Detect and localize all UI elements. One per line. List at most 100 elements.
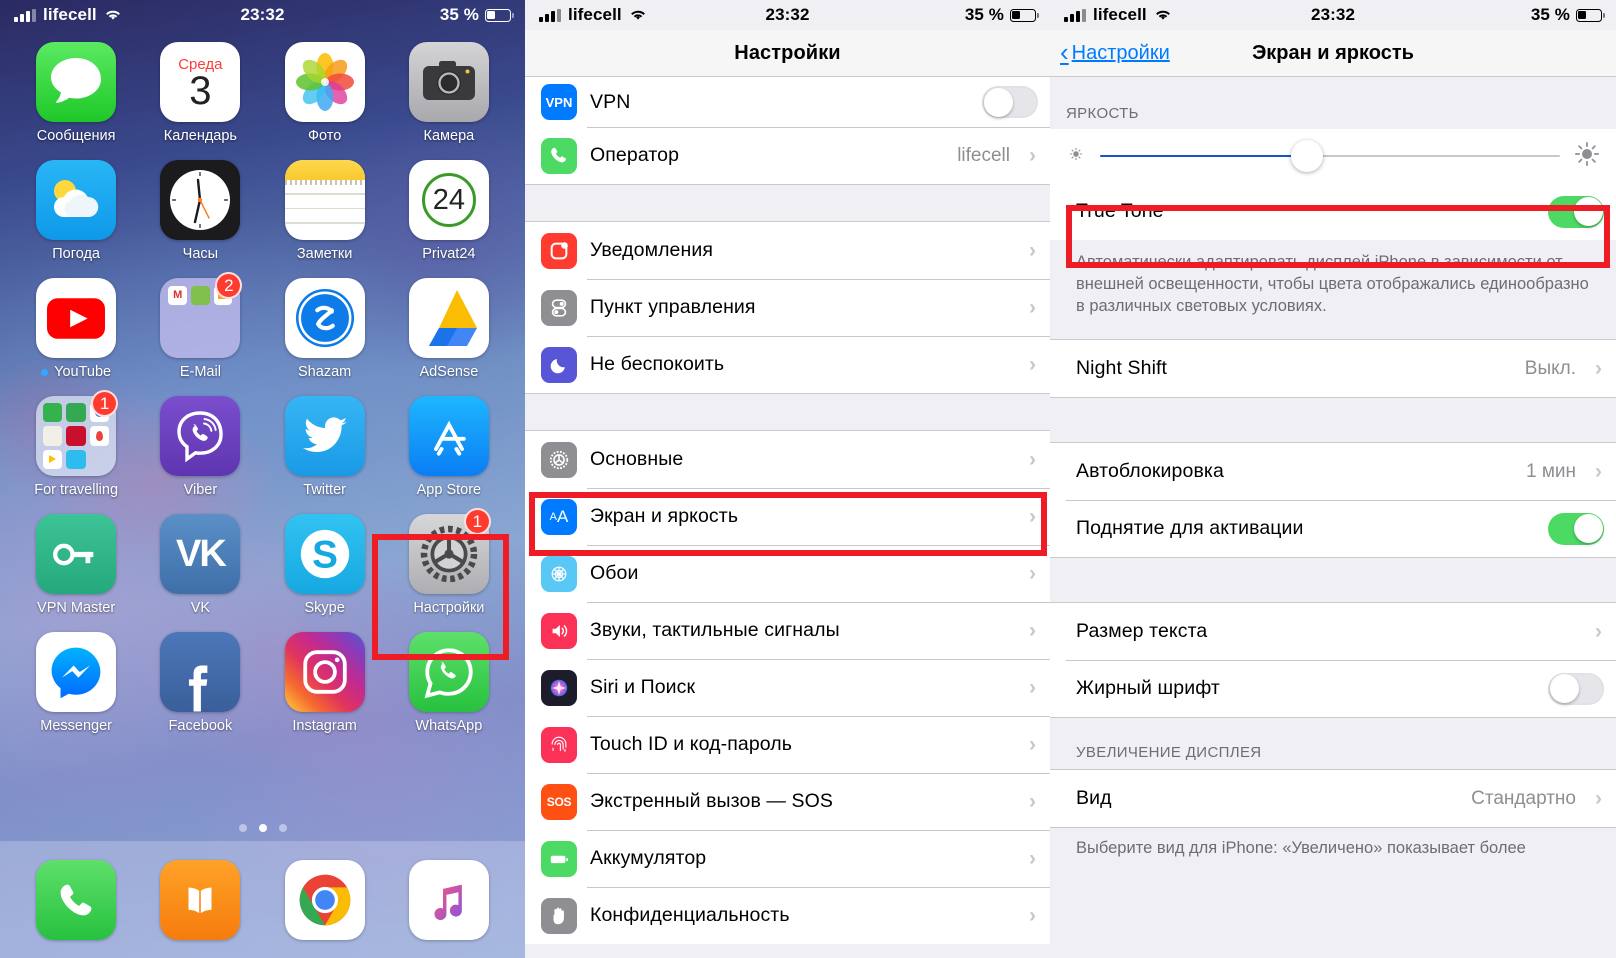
app-vk[interactable]: VK VK xyxy=(138,514,262,616)
status-bar-settings: lifecell 23:32 35 % xyxy=(525,0,1050,30)
app-youtube[interactable]: YouTube xyxy=(14,278,138,380)
settings-row-notifications[interactable]: Уведомления › xyxy=(525,222,1050,279)
app-app-store[interactable]: App Store xyxy=(387,396,511,498)
row-label: Touch ID и код-пароль xyxy=(590,733,793,755)
whatsapp-icon xyxy=(408,632,489,712)
app-calendar[interactable]: Среда 3 Календарь xyxy=(138,42,262,144)
app-photos[interactable]: Фото xyxy=(263,42,387,144)
chevron-right-icon: › xyxy=(1029,847,1036,870)
chevron-right-icon: › xyxy=(1029,505,1036,528)
row-value: Выкл. xyxy=(1524,357,1576,379)
twitter-icon xyxy=(284,396,365,476)
settings-row-siri[interactable]: Siri и Поиск › xyxy=(525,659,1050,716)
app-folder-for-travelling[interactable]: 1 For travelling xyxy=(14,390,138,498)
true-tone-toggle[interactable] xyxy=(1548,195,1604,228)
weather-icon xyxy=(36,160,117,240)
page-dot[interactable] xyxy=(278,824,287,832)
settings-row-wallpaper[interactable]: Обои › xyxy=(525,545,1050,602)
vpn-toggle[interactable] xyxy=(982,86,1038,118)
bold-text-row[interactable]: Жирный шрифт xyxy=(1050,660,1616,718)
app-label: YouTube xyxy=(41,364,111,380)
brightness-slider-fill xyxy=(1100,155,1307,157)
music-icon[interactable] xyxy=(408,859,489,940)
settings-row-general[interactable]: Основные › xyxy=(525,431,1050,488)
settings-row-sounds[interactable]: Звуки, тактильные сигналы › xyxy=(525,602,1050,659)
home-app-grid: Сообщения Среда 3 Календарь Фото Камера … xyxy=(0,30,525,734)
text-size-row[interactable]: Размер текста › xyxy=(1050,603,1616,661)
chevron-right-icon: › xyxy=(1029,144,1036,167)
page-dot[interactable] xyxy=(238,824,247,832)
app-label: Skype xyxy=(304,600,345,616)
app-twitter[interactable]: Twitter xyxy=(263,396,387,498)
app-clock[interactable]: Часы xyxy=(138,160,262,262)
settings-row-battery[interactable]: Аккумулятор › xyxy=(525,830,1050,887)
view-row[interactable]: Вид Стандартно › xyxy=(1050,770,1616,828)
cellular-signal-icon xyxy=(1064,8,1086,22)
brightness-slider-track[interactable] xyxy=(1100,140,1560,172)
app-messenger[interactable]: Messenger xyxy=(14,632,138,734)
settings-row-privacy[interactable]: Конфиденциальность › xyxy=(525,887,1050,944)
app-skype[interactable]: S Skype xyxy=(263,514,387,616)
app-facebook[interactable]: Facebook xyxy=(138,632,262,734)
settings-row-do-not-disturb[interactable]: Не беспокоить › xyxy=(525,336,1050,393)
settings-row-sos[interactable]: SOS Экстренный вызов — SOS › xyxy=(525,773,1050,830)
settings-row-control-center[interactable]: Пункт управления › xyxy=(525,279,1050,336)
app-adsense[interactable]: AdSense xyxy=(387,278,511,380)
page-indicator-dots[interactable] xyxy=(0,824,525,832)
app-instagram[interactable]: Instagram xyxy=(263,632,387,734)
page-dot-active[interactable] xyxy=(258,824,267,832)
app-whatsapp[interactable]: WhatsApp xyxy=(387,632,511,734)
books-icon[interactable] xyxy=(160,859,241,940)
row-label: Аккумулятор xyxy=(590,847,707,869)
row-label: Экстренный вызов — SOS xyxy=(590,790,834,812)
settings-row-carrier[interactable]: Оператор lifecell › xyxy=(525,127,1050,184)
app-folder-email[interactable]: 2 M E-Mail xyxy=(138,272,262,380)
app-weather[interactable]: Погода xyxy=(14,160,138,262)
brightness-slider-knob[interactable] xyxy=(1291,140,1323,172)
app-messages[interactable]: Сообщения xyxy=(14,42,138,144)
app-viber[interactable]: Viber xyxy=(138,396,262,498)
app-shazam[interactable]: Shazam xyxy=(263,278,387,380)
control-center-icon xyxy=(541,289,577,326)
settings-row-touch-id[interactable]: Touch ID и код-пароль › xyxy=(525,716,1050,773)
row-label: VPN xyxy=(590,90,631,113)
app-camera[interactable]: Камера xyxy=(387,42,511,144)
auto-lock-row[interactable]: Автоблокировка 1 мин › xyxy=(1050,443,1616,501)
cellular-signal-icon xyxy=(539,8,561,22)
app-label: Messenger xyxy=(40,718,112,734)
app-notes[interactable]: Заметки xyxy=(263,160,387,262)
shazam-icon xyxy=(284,278,365,358)
chevron-right-icon: › xyxy=(1029,676,1036,699)
app-label: AdSense xyxy=(419,364,479,380)
app-privat24[interactable]: 24 Privat24 xyxy=(387,160,511,262)
back-button[interactable]: ‹ Настройки xyxy=(1060,39,1170,65)
row-label: Поднятие для активации xyxy=(1076,517,1304,540)
app-vpn-master[interactable]: VPN Master xyxy=(14,514,138,616)
clock-label: 23:32 xyxy=(240,5,285,24)
phone-icon[interactable] xyxy=(36,859,117,940)
settings-row-vpn[interactable]: VPN VPN xyxy=(525,77,1050,127)
night-shift-row[interactable]: Night Shift Выкл. › xyxy=(1050,340,1616,398)
bold-text-toggle[interactable] xyxy=(1548,672,1604,705)
row-label: Конфиденциальность xyxy=(590,904,790,926)
sun-high-icon xyxy=(1574,141,1600,172)
app-label: WhatsApp xyxy=(415,718,483,734)
settings-row-display-brightness[interactable]: AA Экран и яркость › xyxy=(525,488,1050,545)
row-label: Обои xyxy=(590,562,639,584)
app-label: For travelling xyxy=(34,482,119,498)
raise-to-wake-row[interactable]: Поднятие для активации xyxy=(1050,500,1616,558)
raise-to-wake-toggle[interactable] xyxy=(1548,512,1604,545)
battery-percent-label: 35 % xyxy=(439,5,480,24)
row-label: Не беспокоить xyxy=(590,353,725,375)
app-settings[interactable]: 1 Настройки xyxy=(387,508,511,616)
row-label: Siri и Поиск xyxy=(590,676,696,698)
iphone-home-screen-panel: lifecell 23:32 35 % Сообщения Среда 3 Ка… xyxy=(0,0,525,958)
chrome-icon[interactable] xyxy=(284,859,365,940)
clock-icon xyxy=(160,160,241,240)
chevron-right-icon: › xyxy=(1029,562,1036,585)
privacy-hand-icon xyxy=(541,897,577,934)
true-tone-row[interactable]: True Tone xyxy=(1050,183,1616,240)
group-separator xyxy=(525,184,1050,222)
brightness-slider-row[interactable] xyxy=(1050,129,1616,183)
row-value: 1 мин xyxy=(1525,460,1576,482)
